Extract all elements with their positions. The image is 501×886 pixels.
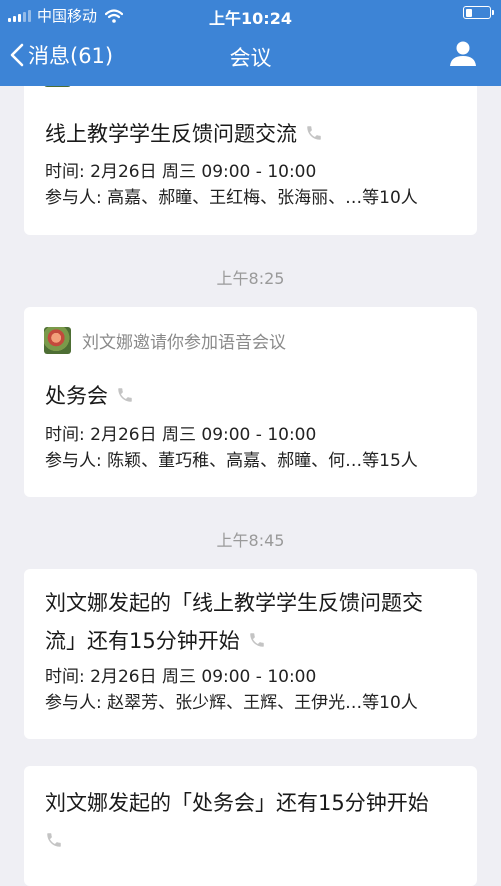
- page-title: 会议: [229, 46, 272, 70]
- meeting-time: 时间: 2月26日 周三 09:00 - 10:00: [45, 162, 317, 182]
- message-timestamp: 上午8:45: [216, 531, 285, 550]
- message-timestamp: 上午8:25: [216, 269, 285, 288]
- meeting-title: 处务会: [45, 377, 134, 415]
- app-header: 中国移动 上午10:24 消息(61) 会议: [0, 0, 501, 86]
- reminder-card[interactable]: 刘文娜发起的「线上教学学生反馈问题交 流」还有15分钟开始 时间: 2月26日 …: [24, 569, 477, 739]
- reminder-title: 刘文娜发起的「处务会」还有15分钟开始: [45, 784, 465, 860]
- phone-icon: [249, 633, 264, 647]
- battery-icon: [463, 6, 494, 19]
- status-time: 上午10:24: [209, 9, 292, 28]
- meeting-time: 时间: 2月26日 周三 09:00 - 10:00: [45, 425, 317, 445]
- navigation-bar: 消息(61) 会议: [0, 30, 501, 82]
- meeting-participants: 参与人: 高嘉、郝瞳、王红梅、张海丽、…等10人: [45, 188, 418, 208]
- meeting-card[interactable]: 刘文娜邀请你参加语音会议 处务会 时间: 2月26日 周三 09:00 - 10…: [24, 307, 477, 497]
- status-bar: 中国移动 上午10:24: [0, 0, 501, 28]
- profile-button[interactable]: [449, 40, 477, 70]
- inviter-row: 刘文娜邀请你参加语音会议: [44, 327, 286, 354]
- meeting-title: 线上教学学生反馈问题交流: [45, 115, 323, 153]
- meeting-participants: 参与人: 陈颖、董巧稚、高嘉、郝瞳、何…等15人: [45, 451, 418, 471]
- meeting-card[interactable]: 线上教学学生反馈问题交流 时间: 2月26日 周三 09:00 - 10:00 …: [24, 60, 477, 235]
- reminder-title: 刘文娜发起的「线上教学学生反馈问题交 流」还有15分钟开始: [45, 591, 423, 653]
- phone-icon: [118, 388, 132, 402]
- meeting-participants: 参与人: 赵翠芳、张少辉、王辉、王伊光…等10人: [45, 693, 418, 713]
- reminder-card[interactable]: 刘文娜发起的「处务会」还有15分钟开始: [24, 766, 477, 886]
- inviter-text: 刘文娜邀请你参加语音会议: [82, 333, 286, 353]
- person-icon: [450, 41, 476, 66]
- meeting-time: 时间: 2月26日 周三 09:00 - 10:00: [45, 667, 317, 687]
- phone-icon: [47, 833, 61, 847]
- avatar: [44, 327, 71, 354]
- phone-icon: [307, 126, 321, 140]
